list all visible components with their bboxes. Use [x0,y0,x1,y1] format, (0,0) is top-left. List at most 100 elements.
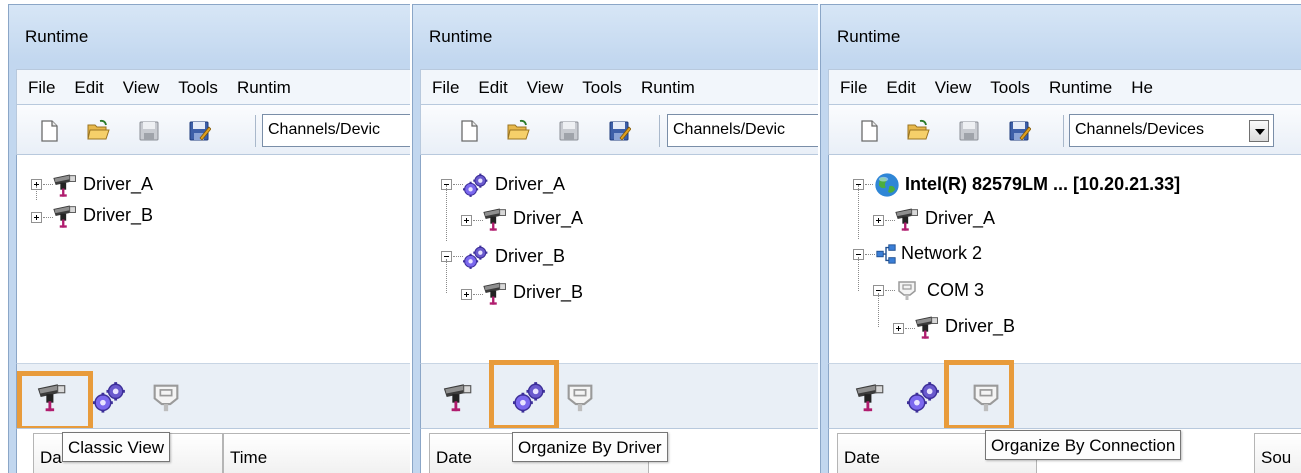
chevron-down-icon[interactable] [1249,120,1269,142]
tree-line [858,257,859,291]
gears-icon [463,172,489,198]
menu-tools[interactable]: Tools [990,70,1030,98]
open-folder-icon[interactable] [506,119,530,143]
window-title: Runtime [837,27,901,46]
window-title: Runtime [429,27,493,46]
menu-edit[interactable]: Edit [478,70,507,98]
menu-runtime[interactable]: Runtime [1049,70,1112,98]
expand-toggle[interactable] [31,212,42,223]
tree-line [865,254,875,255]
save-icon[interactable] [137,119,161,143]
save-as-icon[interactable] [607,119,631,143]
title-bar: Runtime [820,4,1301,62]
new-file-icon[interactable] [37,119,61,143]
expand-toggle[interactable] [461,289,472,300]
tree-node-driver-a-group[interactable]: Driver_A [435,169,795,203]
node-label: Driver_B [513,282,584,302]
driver-icon [481,279,509,307]
tree-line [446,185,447,241]
highlight-box [17,371,93,431]
tree-node-driver-a[interactable]: Driver_A [25,169,385,203]
tree-node-com-3[interactable]: COM 3 [858,257,1267,309]
new-file-icon[interactable] [857,119,881,143]
view-combo[interactable]: Channels/Devices [1069,114,1274,147]
column-header-time[interactable]: Time [223,433,410,473]
menu-view[interactable]: View [527,70,564,98]
tooltip: Classic View [62,432,171,462]
organize-by-driver-icon[interactable] [93,380,127,414]
serial-port-icon [895,278,919,302]
node-label: Driver_A [513,208,584,228]
runtime-window-by-connection: Runtime File Edit View Tools Runtime He Chann… [820,0,1301,473]
tree-node-driver-b[interactable]: Driver_B [25,186,385,234]
view-mode-bar [828,363,1301,428]
toolbar: Channels/Devices [828,105,1301,155]
tree-line [865,184,873,185]
save-icon[interactable] [557,119,581,143]
runtime-window-by-driver: Runtime File Edit View Tools Runtim Channels… [412,0,818,473]
window-title: Runtime [25,27,89,46]
classic-view-icon[interactable] [441,380,475,414]
menu-view[interactable]: View [935,70,972,98]
menu-tools[interactable]: Tools [178,70,218,98]
tree-node-driver-b-group[interactable]: Driver_B [435,185,795,275]
toolbar-separator [255,115,256,147]
menu-file[interactable]: File [432,70,459,98]
expand-toggle[interactable] [873,215,884,226]
open-folder-icon[interactable] [906,119,930,143]
node-label: Network 2 [901,243,983,263]
save-as-icon[interactable] [187,119,211,143]
driver-icon [481,205,509,233]
organize-by-driver-icon[interactable] [907,380,941,414]
menu-help[interactable]: He [1131,70,1153,98]
menu-edit[interactable]: Edit [886,70,915,98]
tree-node-driver-b[interactable]: Driver_B [878,293,1267,345]
expand-toggle[interactable] [893,323,904,334]
tree-view: Driver_A Driver_A Driver_B Driver_B [420,155,818,363]
view-mode-bar [420,363,818,428]
tree-node-driver-a[interactable]: Driver_A [858,185,1267,237]
menu-view[interactable]: View [123,70,160,98]
expand-toggle[interactable] [461,215,472,226]
toolbar: Channels/Devic [420,105,818,155]
menu-bar: File Edit View Tools Runtim [16,69,410,105]
save-icon[interactable] [957,119,981,143]
tree-node-driver-b[interactable]: Driver_B [446,259,795,311]
view-combo[interactable]: Channels/Devic [262,114,410,147]
new-file-icon[interactable] [457,119,481,143]
menu-runtime[interactable]: Runtim [641,70,695,98]
menu-bar: File Edit View Tools Runtim [420,69,818,105]
title-bar: Runtime [412,4,818,62]
driver-icon [51,202,79,230]
menu-file[interactable]: File [28,70,55,98]
title-bar: Runtime [8,4,410,62]
view-combo[interactable]: Channels/Devic [667,114,818,147]
menu-tools[interactable]: Tools [582,70,622,98]
organize-by-connection-icon[interactable] [149,380,183,414]
tooltip: Organize By Connection [985,430,1182,460]
tree-line [878,293,879,327]
network-icon [875,243,897,265]
node-label: Driver_A [495,174,566,194]
organize-by-connection-icon[interactable] [563,380,597,414]
menu-file[interactable]: File [840,70,867,98]
classic-view-icon[interactable] [853,380,887,414]
tree-node-driver-a[interactable]: Driver_A [446,185,795,237]
menu-bar: File Edit View Tools Runtime He [828,69,1301,105]
tree-node-network-2[interactable]: Network 2 [847,185,1247,273]
column-header-source[interactable]: Sou [1254,433,1301,473]
tree-line [453,184,463,185]
menu-edit[interactable]: Edit [74,70,103,98]
highlight-box [489,360,559,430]
tree-view: Intel(R) 82579LM ... [10.20.21.33] Drive… [828,155,1301,363]
tree-line [885,290,895,291]
highlight-box [944,360,1014,430]
menu-runtime[interactable]: Runtim [237,70,291,98]
save-as-icon[interactable] [1007,119,1031,143]
tree-node-nic[interactable]: Intel(R) 82579LM ... [10.20.21.33] [847,169,1301,203]
combo-value: Channels/Devices [1075,121,1204,138]
open-folder-icon[interactable] [86,119,110,143]
gears-icon [463,244,489,270]
toolbar: Channels/Devic [16,105,410,155]
tree-line [446,259,447,293]
